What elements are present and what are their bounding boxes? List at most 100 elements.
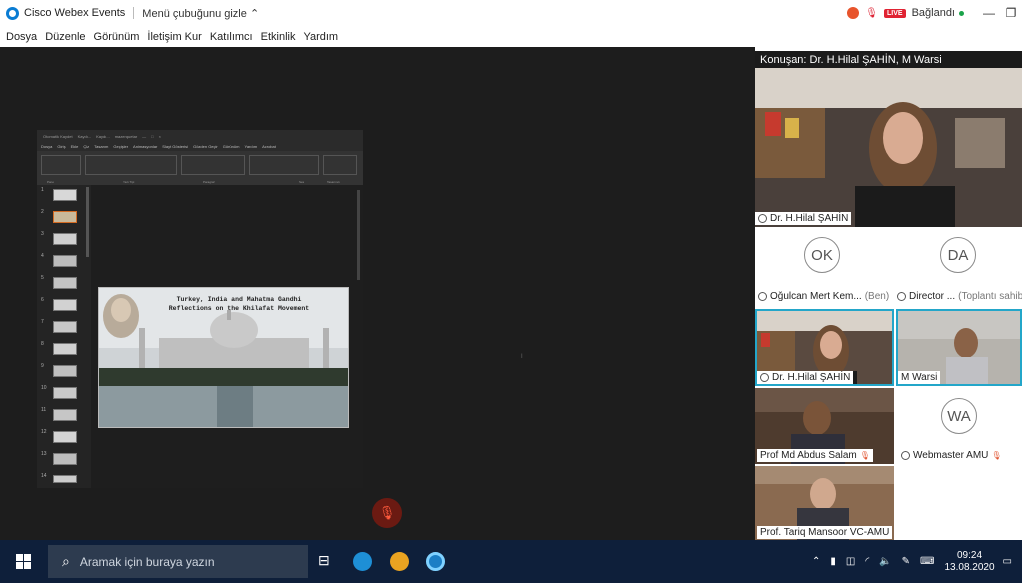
chevron-up-icon: ⌃ [249, 7, 260, 20]
ppt-minimize: — [142, 133, 147, 139]
edge-browser-icon[interactable] [353, 552, 372, 571]
title-bar-right: 🎙 LIVE Bağlandı — ❐ [847, 0, 1022, 26]
speaker-name-tag: Dr. H.Hilal ŞAHİN [755, 212, 852, 225]
slide-number: 7 [41, 319, 44, 325]
ppt-title-bar: Otomatik Kaydet Kaydı... Kaydı... mazerq… [37, 130, 363, 142]
clock-date: 13.08.2020 [944, 561, 995, 573]
speaking-icon [760, 373, 769, 382]
live-badge: LIVE [884, 8, 906, 18]
participant-name-tag: Prof. Tariq Mansoor VC-AMU [757, 526, 893, 539]
minimize-button[interactable]: — [978, 6, 1000, 20]
slide-thumbnail [53, 387, 77, 399]
search-placeholder: Aramak için buraya yazın [79, 554, 215, 569]
participant-tile-ok[interactable]: OK Oğulcan Mert Kem... (Ben) 🎙 [755, 229, 889, 307]
ppt-tab: Acrobat [262, 144, 276, 149]
ppt-tab: Slayt Gösterisi [162, 144, 189, 149]
thumbnail-scrollbar [86, 187, 89, 257]
task-view-icon[interactable]: ⊟ [318, 552, 337, 571]
menu-etkinlik[interactable]: Etkinlik [261, 31, 296, 43]
slide-number: 6 [41, 297, 44, 303]
participant-tile-salam[interactable]: Prof Md Abdus Salam 🎙 [755, 388, 894, 464]
ppt-tab: Yardım [244, 144, 258, 149]
participant-name-tag: Oğulcan Mert Kem... (Ben) 🎙 [755, 290, 889, 303]
keyboard-icon[interactable]: ⌨ [920, 556, 934, 567]
volume-icon[interactable]: 🔈 [879, 556, 891, 567]
hide-menu-toggle[interactable]: Menü çubuğunu gizle ⌃ [142, 7, 259, 20]
search-icon: ⌕ [62, 553, 70, 569]
slide-thumbnail [53, 321, 77, 333]
slide-thumbnail [53, 211, 77, 223]
slide-thumbnail [53, 343, 77, 355]
windows-start-icon[interactable] [16, 554, 31, 569]
participant-name-tag: Director ... (Toplantı sahibi) [894, 290, 1022, 303]
recording-icon[interactable] [847, 7, 860, 19]
participant-tile-da[interactable]: DA Director ... (Toplantı sahibi) [894, 229, 1022, 307]
slide-thumbnail [53, 431, 77, 443]
restore-button[interactable]: ❐ [1000, 6, 1022, 20]
chrome-browser-icon[interactable] [390, 552, 409, 571]
webex-taskbar-icon[interactable] [426, 552, 445, 571]
system-tray: ⌃ ▮ ◫ ◜ 🔈 ✎ ⌨ 09:24 13.08.2020 ▭ [812, 540, 1022, 583]
ribbon-label: Tasarımcı [327, 180, 341, 184]
ppt-tab: Dosya [41, 144, 53, 149]
mute-toggle-button[interactable]: 🎙 [372, 498, 402, 528]
participant-name-tag: M Warsi [898, 371, 941, 384]
slide-thumbnail [53, 277, 77, 289]
participant-name: M Warsi [901, 372, 938, 383]
network-icon[interactable]: ◫ [846, 556, 855, 567]
participant-name: Prof. Tariq Mansoor VC-AMU [760, 527, 890, 538]
participant-tile-tariq[interactable]: Prof. Tariq Mansoor VC-AMU [755, 466, 894, 540]
hide-menu-label: Menü çubuğunu gizle [142, 7, 247, 20]
menu-gorunum[interactable]: Görünüm [94, 31, 140, 43]
slide-number: 11 [41, 407, 47, 413]
pen-icon[interactable]: ✎ [902, 556, 910, 567]
ppt-tab: Gözden Geçir [193, 144, 218, 149]
ppt-close: × [158, 133, 161, 139]
menu-yardim[interactable]: Yardım [303, 31, 338, 43]
person-icon [901, 451, 910, 460]
title-bar: Cisco Webex Events Menü çubuğunu gizle ⌃… [0, 0, 1022, 26]
ppt-maximize: □ [151, 133, 154, 139]
participant-tile-warsi[interactable]: M Warsi [896, 309, 1022, 386]
speaker-name: Dr. H.Hilal ŞAHİN [770, 213, 849, 224]
title-separator [133, 7, 135, 19]
mic-muted-icon[interactable]: 🎙 [865, 8, 878, 19]
menu-katilimci[interactable]: Katılımcı [210, 31, 253, 43]
menu-iletisim[interactable]: İletişim Kur [147, 31, 201, 43]
usb-icon[interactable]: ▮ [830, 556, 836, 567]
participant-role: (Ben) [864, 291, 889, 302]
slide-number: 4 [41, 253, 44, 259]
ribbon-group-paragraph [181, 155, 245, 175]
participant-tile-hilal[interactable]: Dr. H.Hilal ŞAHİN [755, 309, 894, 386]
taskbar-clock[interactable]: 09:24 13.08.2020 [944, 550, 994, 574]
participant-name-tag: Prof Md Abdus Salam 🎙 [757, 449, 873, 462]
participant-name: Director ... [909, 291, 956, 302]
mic-muted-icon: 🎙 [859, 451, 870, 460]
connection-status[interactable]: Bağlandı [912, 7, 955, 19]
slide-number: 13 [41, 451, 47, 457]
chevron-up-icon[interactable]: ⌃ [812, 556, 820, 567]
menu-bar: Dosya Düzenle Görünüm İletişim Kur Katıl… [0, 26, 1022, 47]
shared-content-stage[interactable]: Otomatik Kaydet Kaydı... Kaydı... mazerq… [0, 47, 755, 540]
taskbar-search-box[interactable]: ⌕ Aramak için buraya yazın [48, 545, 308, 578]
ppt-ribbon: Pano Yazı Tipi Paragraf Ses Tasarımcı [37, 151, 363, 185]
avatar: WA [941, 398, 977, 434]
active-speaker-video[interactable]: Dr. H.Hilal ŞAHİN [755, 68, 1022, 227]
participant-name-tag: Dr. H.Hilal ŞAHİN [757, 371, 854, 384]
slide-thumbnail [53, 189, 77, 201]
menu-dosya[interactable]: Dosya [6, 31, 37, 43]
menu-duzenle[interactable]: Düzenle [45, 31, 85, 43]
person-icon [897, 292, 906, 301]
windows-taskbar: ⌕ Aramak için buraya yazın ⊟ ⌃ ▮ ◫ ◜ 🔈 ✎… [0, 540, 1022, 583]
participant-tile-wa[interactable]: WA Webmaster AMU 🎙 [896, 388, 1022, 464]
slide-number: 5 [41, 275, 44, 281]
slide-number: 1 [41, 187, 44, 193]
ppt-user: mazerquetar [114, 133, 138, 139]
slide-title: Turkey, India and Mahatma Gandhi Reflect… [139, 295, 339, 313]
slide-number: 14 [41, 473, 47, 479]
wifi-icon[interactable]: ◜ [865, 556, 869, 567]
participant-name-tag: Webmaster AMU 🎙 [898, 449, 1005, 462]
notifications-icon[interactable]: ▭ [1003, 556, 1012, 567]
ppt-tab: Giriş [57, 144, 66, 149]
mic-muted-icon: 🎙 [991, 451, 1002, 460]
